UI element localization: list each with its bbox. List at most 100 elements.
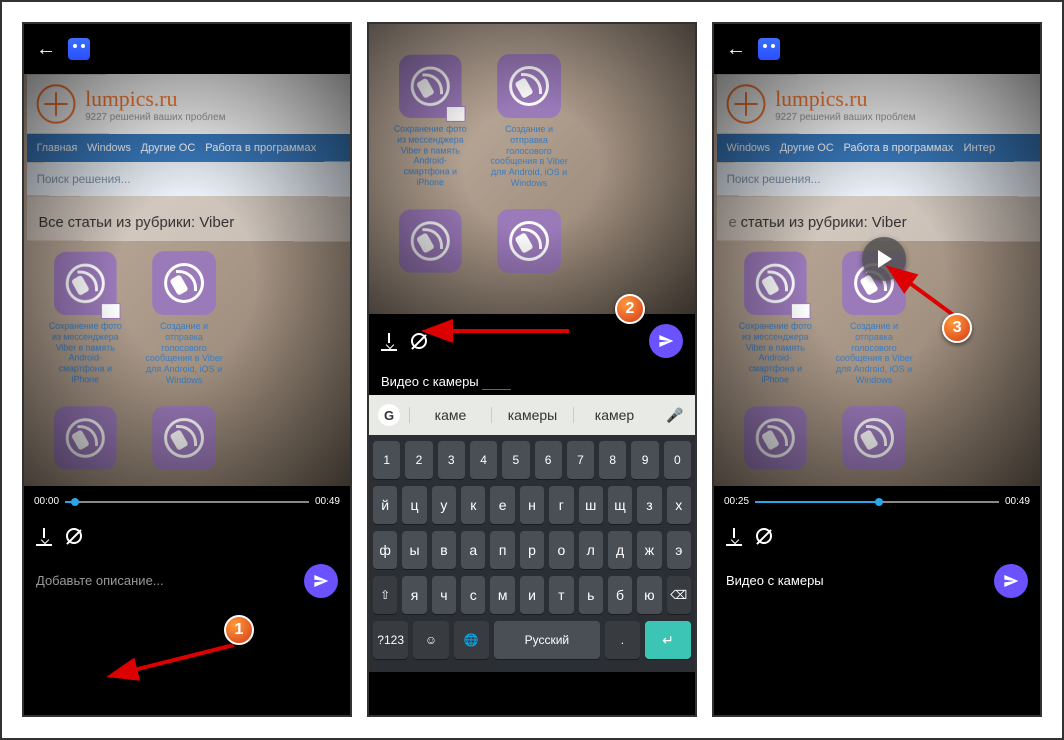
backspace-key[interactable]: ⌫ — [667, 576, 691, 614]
key[interactable]: ы — [402, 531, 426, 569]
key[interactable]: щ — [608, 486, 632, 524]
video-preview[interactable]: lumpics.ru 9227 решений ваших проблем Гл… — [24, 74, 350, 486]
timer-off-icon[interactable] — [756, 528, 772, 544]
key[interactable]: й — [373, 486, 397, 524]
key[interactable]: ш — [579, 486, 603, 524]
key[interactable]: ц — [402, 486, 426, 524]
time-total: 00:49 — [1005, 496, 1030, 507]
key[interactable]: р — [520, 531, 544, 569]
key[interactable]: ю — [637, 576, 661, 614]
key[interactable]: з — [637, 486, 661, 524]
article-card: Создание и отправка голосового сообщения… — [144, 251, 224, 386]
enter-key[interactable]: ↵ — [645, 621, 691, 659]
key[interactable]: 7 — [567, 441, 594, 479]
site-tagline: 9227 решений ваших проблем — [775, 111, 915, 122]
key[interactable]: 9 — [631, 441, 658, 479]
key[interactable]: т — [549, 576, 573, 614]
key[interactable]: л — [579, 531, 603, 569]
key[interactable]: д — [608, 531, 632, 569]
globe-key[interactable]: 🌐 — [454, 621, 489, 659]
onscreen-keyboard: 1 2 3 4 5 6 7 8 9 0 й ц у к е н г ш щ з … — [369, 435, 695, 672]
category-title: Все статьи из рубрики: Viber — [27, 196, 350, 242]
key[interactable]: 3 — [438, 441, 465, 479]
download-icon[interactable] — [381, 333, 397, 349]
article-card: Создание и отправка голосового сообщения… — [489, 54, 569, 189]
lumpics-logo-icon — [37, 84, 76, 124]
key[interactable]: е — [490, 486, 514, 524]
timeline-track[interactable] — [755, 501, 999, 503]
site-name: lumpics.ru — [775, 85, 915, 111]
suggestion[interactable]: каме — [409, 407, 491, 423]
key[interactable]: ч — [432, 576, 456, 614]
key[interactable]: г — [549, 486, 573, 524]
phone-screenshot-3: ← lumpics.ru 9227 решений ваших проблем … — [712, 22, 1042, 717]
key[interactable]: 4 — [470, 441, 497, 479]
video-preview[interactable]: lumpics.ru 9227 решений ваших проблем Wi… — [714, 74, 1040, 486]
video-timeline[interactable]: 00:00 00:49 — [24, 486, 350, 518]
article-title: Создание и отправка голосового сообщения… — [489, 124, 569, 189]
back-icon[interactable]: ← — [726, 38, 746, 61]
key[interactable]: 2 — [405, 441, 432, 479]
sticker-emoji-icon[interactable] — [758, 38, 780, 60]
download-icon[interactable] — [36, 528, 52, 544]
article-cards-row: Сохранение фото из мессенджера Viber в п… — [372, 24, 695, 200]
nav-item: Другие ОС — [780, 142, 834, 154]
key[interactable]: с — [461, 576, 485, 614]
send-button[interactable] — [304, 564, 338, 598]
timeline-track[interactable] — [65, 501, 309, 503]
key[interactable]: к — [461, 486, 485, 524]
key[interactable]: н — [520, 486, 544, 524]
mic-icon[interactable]: 🎤 — [655, 407, 695, 424]
download-icon[interactable] — [726, 528, 742, 544]
article-card: Сохранение фото из мессенджера Viber в п… — [736, 251, 814, 385]
article-title: Создание и отправка голосового сообщения… — [144, 321, 224, 386]
image-badge-icon — [446, 106, 466, 122]
timer-off-icon[interactable] — [66, 528, 82, 544]
article-title: Сохранение фото из мессенджера Viber в п… — [736, 321, 814, 385]
caption-input[interactable]: Видео с камеры — [381, 374, 683, 389]
key[interactable]: о — [549, 531, 573, 569]
key[interactable]: а — [461, 531, 485, 569]
time-current: 00:25 — [724, 496, 749, 507]
caption-input[interactable]: Видео с камеры — [726, 573, 984, 588]
send-button[interactable] — [994, 564, 1028, 598]
numbers-key[interactable]: ?123 — [373, 621, 408, 659]
caption-input[interactable]: Добавьте описание... — [36, 573, 294, 588]
key[interactable]: х — [667, 486, 691, 524]
key[interactable]: э — [667, 531, 691, 569]
key[interactable]: у — [432, 486, 456, 524]
key[interactable]: 0 — [664, 441, 691, 479]
key[interactable]: б — [608, 576, 632, 614]
key[interactable]: 1 — [373, 441, 400, 479]
shift-key[interactable]: ⇧ — [373, 576, 397, 614]
timeline-thumb-icon[interactable] — [875, 498, 883, 506]
key[interactable]: и — [520, 576, 544, 614]
send-button[interactable] — [649, 324, 683, 358]
phone-screenshot-1: ← lumpics.ru 9227 решений ваших проблем … — [22, 22, 352, 717]
article-cards-row: Сохранение фото из мессенджера Viber в п… — [27, 240, 350, 397]
video-timeline[interactable]: 00:25 00:49 — [714, 486, 1040, 518]
google-search-icon[interactable]: G — [369, 404, 409, 426]
key[interactable]: я — [402, 576, 426, 614]
key[interactable]: ж — [637, 531, 661, 569]
nav-item: Главная — [37, 142, 78, 154]
key[interactable]: 6 — [535, 441, 562, 479]
timeline-thumb-icon[interactable] — [71, 498, 79, 506]
video-preview[interactable]: Сохранение фото из мессенджера Viber в п… — [369, 24, 695, 314]
key[interactable]: п — [490, 531, 514, 569]
back-icon[interactable]: ← — [36, 38, 56, 61]
sticker-emoji-icon[interactable] — [68, 38, 90, 60]
suggestion[interactable]: камер — [573, 407, 655, 423]
key[interactable]: ф — [373, 531, 397, 569]
article-title: Сохранение фото из мессенджера Viber в п… — [46, 321, 124, 385]
key[interactable]: 8 — [599, 441, 626, 479]
suggestion[interactable]: камеры — [491, 407, 573, 423]
key[interactable]: в — [432, 531, 456, 569]
space-key[interactable]: Русский — [494, 621, 600, 659]
key[interactable]: м — [490, 576, 514, 614]
key[interactable]: ь — [579, 576, 603, 614]
period-key[interactable]: . — [605, 621, 640, 659]
emoji-key[interactable]: ☺ — [413, 621, 448, 659]
key[interactable]: 5 — [502, 441, 529, 479]
guide-arrow-icon — [104, 635, 244, 695]
